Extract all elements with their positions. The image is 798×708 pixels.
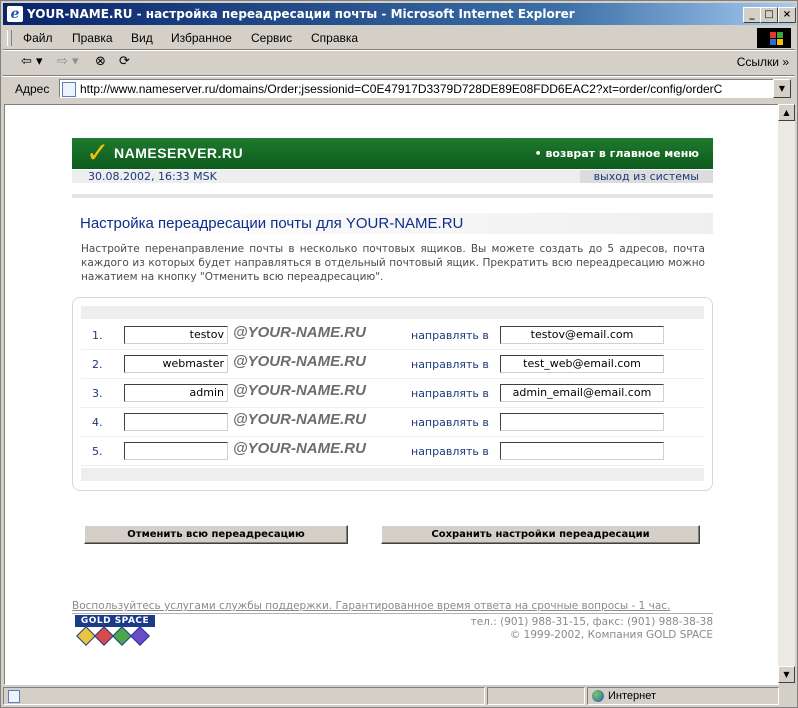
scroll-down-button[interactable]: ▼: [778, 666, 795, 683]
page-description: Настройте перенаправление почты в нескол…: [81, 243, 705, 283]
globe-icon: [592, 690, 604, 702]
menu-help[interactable]: Справка: [311, 30, 358, 46]
standard-toolbar: ⇦ ▾ ⇨ ▾ ⊗ ⟳ Ссылки »: [3, 50, 795, 76]
cancel-all-forwarding-button[interactable]: Отменить всю переадресацию: [84, 525, 348, 544]
zone-label: Интернет: [608, 690, 656, 702]
main-menu-link[interactable]: • возврат в главное меню: [535, 147, 699, 160]
forward-to-label: направлять в: [411, 387, 489, 400]
menu-tools[interactable]: Сервис: [251, 30, 292, 46]
ie-logo-icon: e: [7, 6, 23, 22]
forward-row: 1. testov @YOUR-NAME.RU направлять в tes…: [81, 321, 704, 350]
datetime: 30.08.2002, 16:33 MSK: [88, 170, 217, 183]
address-bar: Адрес http://www.nameserver.ru/domains/O…: [3, 76, 795, 103]
logo-diamond-icon: [76, 626, 96, 646]
row-number: 3.: [92, 387, 103, 400]
domain-suffix: @YOUR-NAME.RU: [233, 353, 366, 370]
row-number: 4.: [92, 416, 103, 429]
forward-to-label: направлять в: [411, 416, 489, 429]
browser-window: e YOUR-NAME.RU - настройка переадресации…: [0, 0, 798, 708]
site-logo[interactable]: NAMESERVER.RU: [114, 145, 243, 161]
domain-suffix: @YOUR-NAME.RU: [233, 411, 366, 428]
copyright: © 1999-2002, Компания GOLD SPACE: [509, 629, 713, 641]
address-label: Адрес: [15, 82, 50, 96]
forward-to-label: направлять в: [411, 358, 489, 371]
forward-row: 5. @YOUR-NAME.RU направлять в: [81, 437, 704, 466]
forward-row: 3. admin @YOUR-NAME.RU направлять в admi…: [81, 379, 704, 408]
forward-button[interactable]: ⇨ ▾: [57, 54, 79, 69]
domain-suffix: @YOUR-NAME.RU: [233, 324, 366, 341]
window-title: YOUR-NAME.RU - настройка переадресации п…: [27, 7, 575, 21]
support-link[interactable]: Воспользуйтесь услугами службы поддержки…: [72, 600, 713, 614]
status-pane: [487, 687, 585, 705]
target-email-input[interactable]: admin_email@email.com: [500, 384, 664, 402]
address-url[interactable]: http://www.nameserver.ru/domains/Order;j…: [80, 82, 756, 96]
forward-row: 2. webmaster @YOUR-NAME.RU направлять в …: [81, 350, 704, 379]
vertical-scrollbar[interactable]: ▲ ▼: [778, 104, 795, 683]
address-dropdown-button[interactable]: ▼: [773, 79, 791, 98]
mailbox-name-input[interactable]: [124, 413, 228, 431]
phone-fax: тел.: (901) 988-31-15, факс: (901) 988-3…: [470, 616, 713, 628]
menu-file[interactable]: Файл: [23, 30, 53, 46]
close-button[interactable]: ×: [778, 7, 796, 23]
menu-bar: Файл Правка Вид Избранное Сервис Справка: [3, 27, 795, 50]
site-header: ✓ NAMESERVER.RU • возврат в главное меню: [72, 136, 713, 169]
back-button[interactable]: ⇦ ▾: [21, 54, 43, 69]
contact-info: тел.: (901) 988-31-15, факс: (901) 988-3…: [471, 616, 713, 642]
windows-logo-icon: [757, 28, 791, 48]
target-email-input[interactable]: [500, 442, 664, 460]
forward-row: 4. @YOUR-NAME.RU направлять в: [81, 408, 704, 437]
toolbar-grip[interactable]: [7, 30, 12, 46]
domain-suffix: @YOUR-NAME.RU: [233, 382, 366, 399]
scroll-up-button[interactable]: ▲: [778, 104, 795, 121]
form-bottom-strip: [81, 468, 704, 481]
row-number: 5.: [92, 445, 103, 458]
page-icon: [62, 82, 76, 97]
page-status-icon: [8, 690, 20, 703]
gold-space-logo[interactable]: GOLD SPACE: [75, 615, 155, 647]
logo-diamond-icon: [112, 626, 132, 646]
logo-diamond-icon: [130, 626, 150, 646]
info-bar: 30.08.2002, 16:33 MSK выход из системы: [72, 170, 713, 183]
target-email-input[interactable]: test_web@email.com: [500, 355, 664, 373]
minimize-button[interactable]: _: [743, 7, 761, 23]
forward-to-label: направлять в: [411, 445, 489, 458]
status-bar: Интернет: [3, 687, 795, 705]
security-zone-pane: Интернет: [587, 687, 779, 705]
logo-diamond-icon: [94, 626, 114, 646]
menu-favorites[interactable]: Избранное: [171, 30, 232, 46]
page-viewport: ✓ NAMESERVER.RU • возврат в главное меню…: [4, 104, 779, 685]
logout-link[interactable]: выход из системы: [579, 170, 713, 183]
target-email-input[interactable]: [500, 413, 664, 431]
domain-suffix: @YOUR-NAME.RU: [233, 440, 366, 457]
gold-space-logo-text: GOLD SPACE: [75, 615, 155, 627]
mailbox-name-input[interactable]: testov: [124, 326, 228, 344]
row-number: 1.: [92, 329, 103, 342]
status-text-pane: [3, 687, 485, 705]
save-forwarding-button[interactable]: Сохранить настройки переадресации: [381, 525, 700, 544]
form-top-strip: [81, 306, 704, 319]
row-number: 2.: [92, 358, 103, 371]
mailbox-name-input[interactable]: [124, 442, 228, 460]
menu-view[interactable]: Вид: [131, 30, 153, 46]
address-input[interactable]: http://www.nameserver.ru/domains/Order;j…: [59, 79, 775, 98]
divider: [72, 194, 713, 198]
maximize-button[interactable]: □: [760, 7, 778, 23]
forward-to-label: направлять в: [411, 329, 489, 342]
checkmark-icon: ✓: [86, 136, 110, 169]
title-bar[interactable]: e YOUR-NAME.RU - настройка переадресации…: [3, 3, 796, 25]
mailbox-name-input[interactable]: admin: [124, 384, 228, 402]
forwarding-form: 1. testov @YOUR-NAME.RU направлять в tes…: [72, 297, 713, 491]
refresh-icon[interactable]: ⟳: [119, 54, 130, 69]
page-title: Настройка переадресации почты для YOUR-N…: [72, 213, 713, 234]
links-button[interactable]: Ссылки »: [737, 55, 789, 69]
stop-icon[interactable]: ⊗: [95, 54, 106, 69]
mailbox-name-input[interactable]: webmaster: [124, 355, 228, 373]
target-email-input[interactable]: testov@email.com: [500, 326, 664, 344]
menu-edit[interactable]: Правка: [72, 30, 113, 46]
